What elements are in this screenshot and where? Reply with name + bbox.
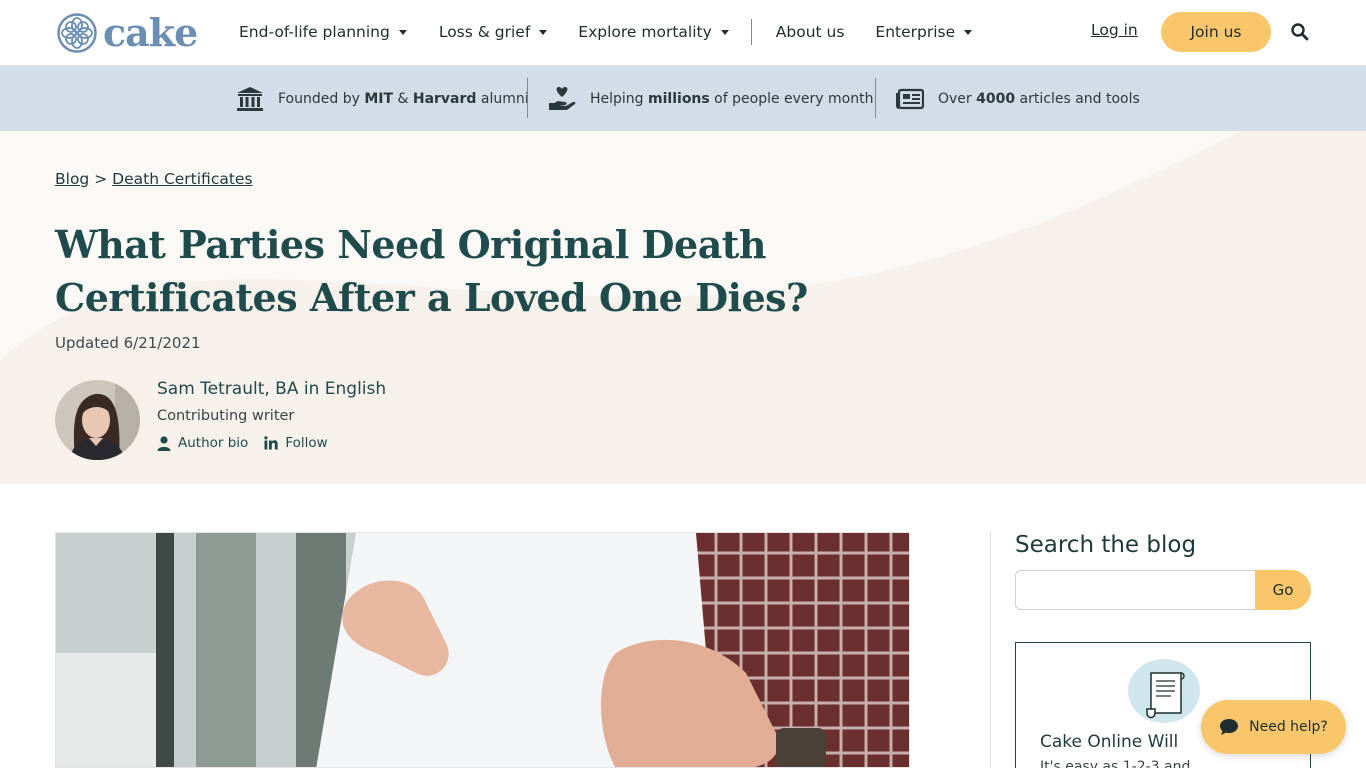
author-role: Contributing writer (157, 408, 295, 424)
nav-explore-mortality[interactable]: Explore mortality (578, 23, 729, 41)
article-hero-image (55, 532, 910, 768)
author-follow-label: Follow (285, 435, 328, 451)
author-avatar (55, 380, 140, 460)
breadcrumb-death-certificates[interactable]: Death Certificates (112, 170, 252, 188)
user-icon (157, 435, 171, 451)
nav-label: Loss & grief (438, 23, 531, 41)
trust-bar: Founded by MIT & Harvard alumni Helping … (0, 66, 1366, 131)
text: & (393, 90, 413, 107)
text: articles and tools (1015, 90, 1140, 107)
trust-founded: Founded by MIT & Harvard alumni (236, 66, 529, 131)
nav-about-us[interactable]: About us (776, 23, 845, 41)
trust-helping: Helping millions of people every month (548, 66, 873, 131)
breadcrumb-separator: > (94, 170, 108, 188)
linkedin-icon (264, 436, 278, 450)
nav-label: About us (775, 23, 845, 41)
search-icon[interactable] (1290, 22, 1310, 42)
text: Over (938, 90, 977, 107)
main-nav: End-of-life planning Loss & grief Explor… (239, 19, 973, 45)
nav-label: Explore mortality (578, 23, 712, 41)
text: of people every month (709, 90, 874, 107)
author-links: Author bio Follow (157, 435, 328, 451)
text-bold: 4000 (976, 90, 1016, 107)
trust-text-helping: Helping millions of people every month (590, 91, 873, 107)
text-bold: millions (648, 90, 710, 107)
nav-enterprise[interactable]: Enterprise (875, 23, 973, 41)
blog-search-input[interactable] (1015, 570, 1275, 610)
trust-divider (875, 78, 876, 118)
search-go-button[interactable]: Go (1255, 570, 1311, 610)
nav-end-of-life-planning[interactable]: End-of-life planning (239, 23, 407, 41)
trust-text-founded: Founded by MIT & Harvard alumni (278, 91, 529, 107)
sidebar-divider (990, 532, 991, 768)
join-button[interactable]: Join us (1161, 12, 1271, 52)
site-header: cake End-of-life planning Loss & grief E… (0, 0, 1366, 66)
need-help-button[interactable]: Need help? (1201, 700, 1346, 754)
online-will-title: Cake Online Will (1040, 732, 1179, 752)
trust-text-articles: Over 4000 articles and tools (938, 91, 1140, 107)
nav-label: End-of-life planning (239, 23, 390, 41)
logo-wordmark: cake (103, 10, 198, 55)
updated-date: Updated 6/21/2021 (55, 334, 201, 352)
text: Helping (590, 90, 649, 107)
caret-down-icon (964, 29, 973, 35)
trust-articles: Over 4000 articles and tools (896, 66, 1140, 131)
text: Founded by (278, 90, 365, 107)
author-follow-link[interactable]: Follow (264, 435, 328, 451)
institution-icon (237, 86, 263, 111)
author-bio-link[interactable]: Author bio (157, 435, 248, 451)
search-blog-title: Search the blog (1015, 532, 1197, 558)
cake-logo-icon (57, 13, 97, 53)
text: alumni (476, 90, 529, 107)
chat-bubble-icon (1220, 719, 1239, 735)
article-hero: Blog > Death Certificates What Parties N… (0, 131, 1366, 484)
author-photo (55, 380, 140, 460)
nav-divider (750, 19, 752, 45)
nav-loss-grief[interactable]: Loss & grief (438, 23, 548, 41)
author-name[interactable]: Sam Tetrault, BA in English (157, 379, 386, 399)
login-link[interactable]: Log in (1091, 21, 1138, 39)
page-title: What Parties Need Original Death Certifi… (55, 222, 808, 320)
author-bio-label: Author bio (178, 435, 249, 451)
heart-hand-icon (549, 86, 576, 110)
cake-logo[interactable]: cake (57, 10, 198, 55)
caret-down-icon (398, 29, 407, 35)
text-bold: Harvard (412, 90, 477, 107)
scroll-document-icon (1128, 659, 1200, 723)
need-help-label: Need help? (1249, 719, 1328, 735)
nav-label: Enterprise (875, 23, 956, 41)
online-will-subtitle: It's easy as 1-2-3 and (1040, 759, 1191, 768)
breadcrumb-blog[interactable]: Blog (55, 170, 89, 188)
breadcrumb: Blog > Death Certificates (55, 170, 253, 188)
text-bold: MIT (364, 90, 394, 107)
trust-divider (527, 78, 528, 118)
article-photo (56, 533, 909, 767)
caret-down-icon (539, 29, 548, 35)
caret-down-icon (720, 29, 729, 35)
newspaper-icon (896, 88, 924, 109)
